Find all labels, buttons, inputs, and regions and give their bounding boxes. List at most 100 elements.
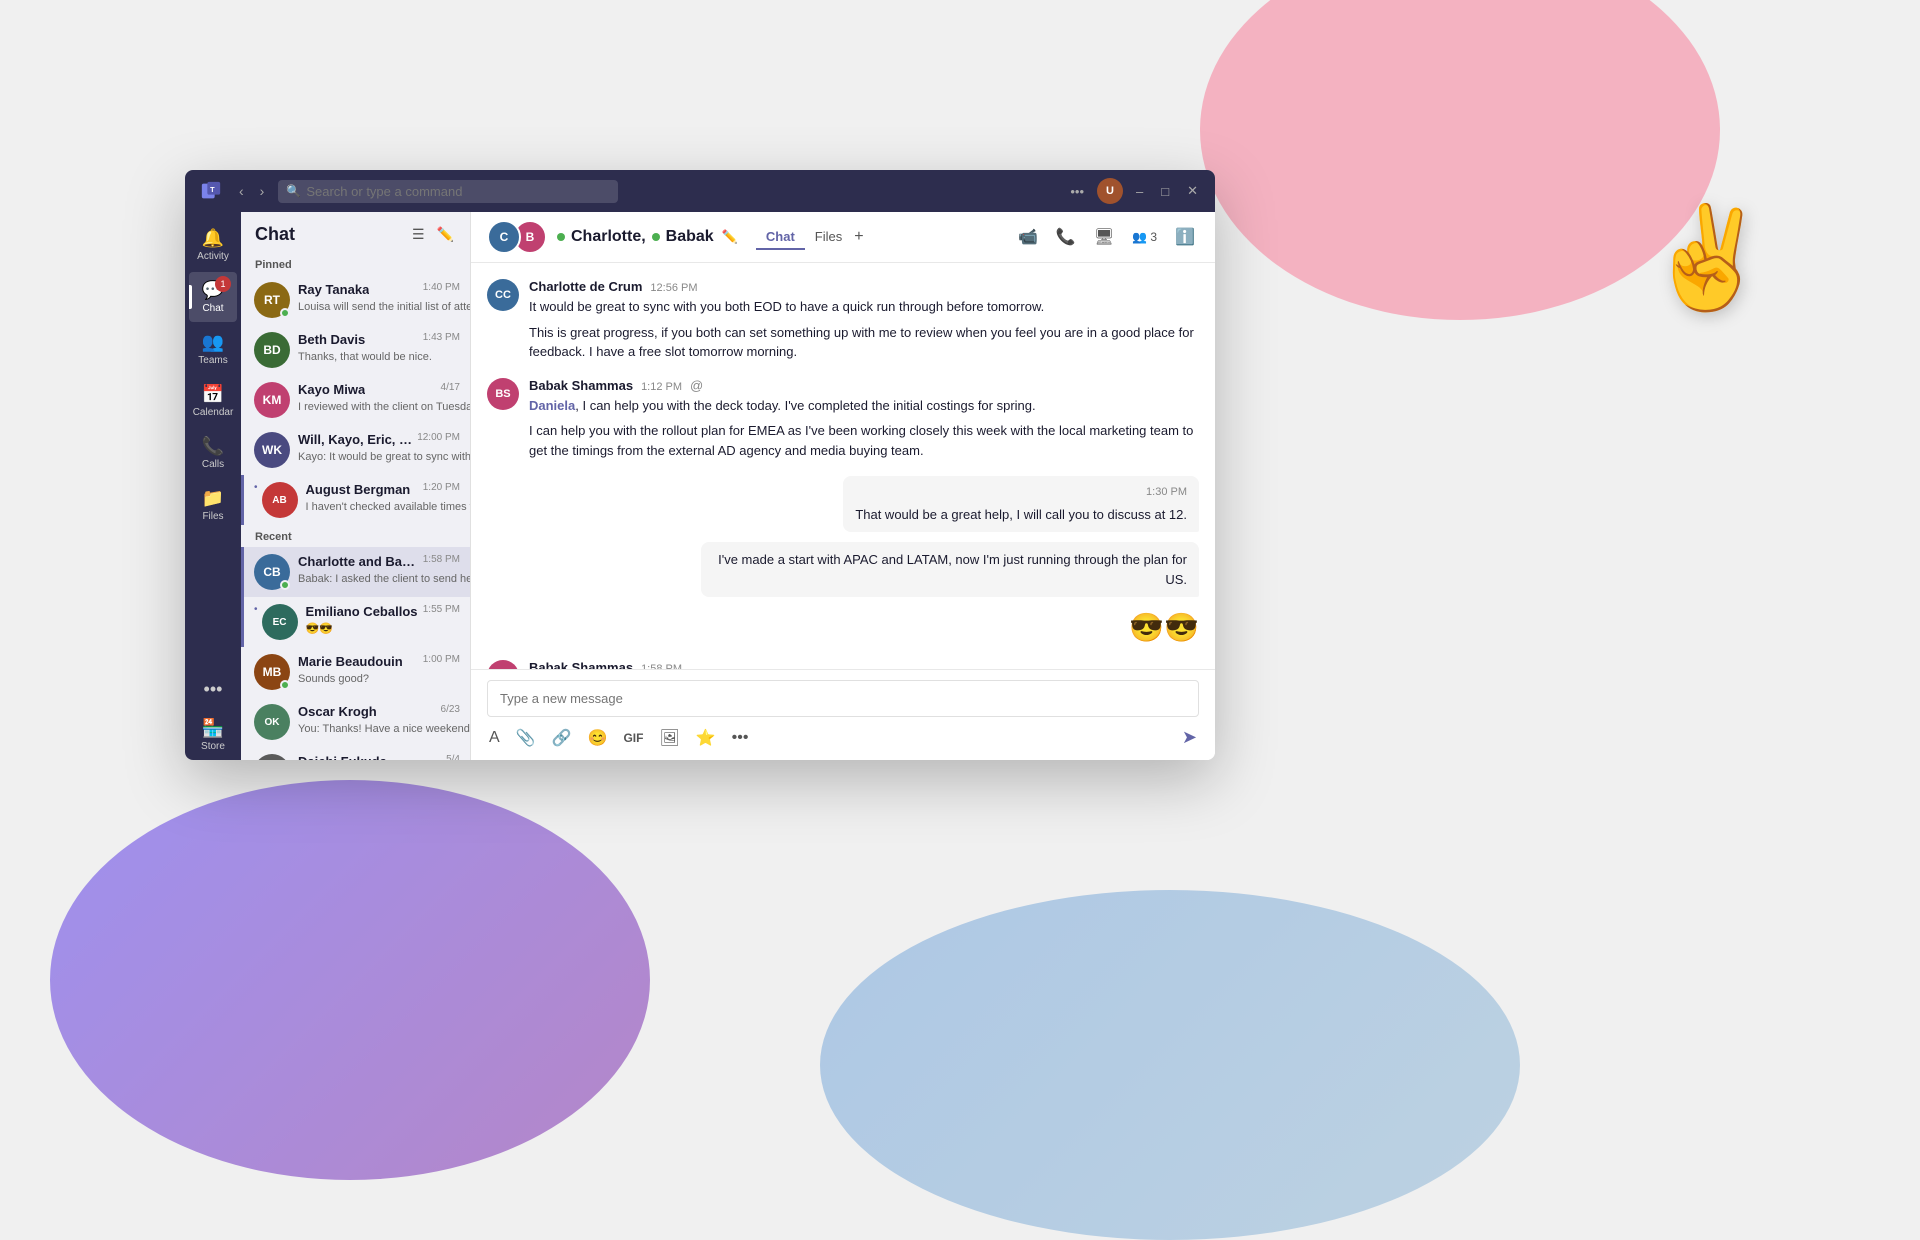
sidebar-item-chat[interactable]: 💬 1 Chat [189,272,237,322]
forward-button[interactable]: › [254,181,271,201]
message-group-charlotte-1: CC Charlotte de Crum 12:56 PM It would b… [487,279,1199,362]
compose-input[interactable] [487,680,1199,717]
chat-item-charlotte-babak[interactable]: CB Charlotte and Babak 1:58 PM Babak: I … [241,547,470,597]
chat-header: C B Charlotte, Babak ✏️ Chat Files + 📹 [471,212,1215,263]
add-tab-button[interactable]: + [852,225,865,250]
tab-chat[interactable]: Chat [756,225,805,250]
sidebar-item-label-chat: Chat [202,303,223,314]
chat-item-august-bergman[interactable]: • AB August Bergman 1:20 PM I haven't ch… [241,475,470,525]
calendar-icon: 📅 [202,384,224,405]
online-dot-charlotte [557,233,565,241]
tab-files[interactable]: Files [805,225,852,250]
message-group-babak-2: BS Babak Shammas 1:58 PM That's great. I… [487,660,1199,669]
message-text-2: This is great progress, if you both can … [529,323,1199,362]
chat-item-kayo-miwa[interactable]: KM Kayo Miwa 4/17 I reviewed with the cl… [241,375,470,425]
files-icon: 📁 [202,488,224,509]
attach-button[interactable]: 📎 [514,726,538,750]
avatar-oscar: OK [254,704,290,740]
chat-item-time: 12:00 PM [417,432,460,447]
teams-icon: 👥 [202,332,224,353]
avatar-marie: MB [254,654,290,690]
svg-text:T: T [210,185,215,194]
message-text-2: I can help you with the rollout plan for… [529,421,1199,460]
chat-item-time: 6/23 [441,704,460,719]
title-bar: T ‹ › 🔍 ••• U – □ ✕ [185,170,1215,212]
activity-icon: 🔔 [202,228,224,249]
more-options-compose[interactable]: ••• [730,727,751,749]
filter-button[interactable]: ☰ [410,224,427,245]
gif-button[interactable]: GIF [621,729,645,747]
chat-item-marie[interactable]: MB Marie Beaudouin 1:00 PM Sounds good? [241,647,470,697]
chat-item-info: Will, Kayo, Eric, +2 12:00 PM Kayo: It w… [298,432,460,465]
header-avatar-charlotte: C [487,220,521,254]
screenshare-button[interactable]: 🖥 [1090,223,1118,251]
format-button[interactable]: A [487,727,502,749]
message-time-self: 1:30 PM [855,484,1187,501]
chat-item-will-kayo[interactable]: WK Will, Kayo, Eric, +2 12:00 PM Kayo: I… [241,425,470,475]
chat-item-info: Marie Beaudouin 1:00 PM Sounds good? [298,654,460,687]
chat-list-title: Chat [255,224,295,245]
sidebar-item-store[interactable]: 🏪 Store [189,710,237,760]
avatar-beth-davis: BD [254,332,290,368]
participants-button[interactable]: 👥 3 [1128,226,1161,248]
sidebar-item-label-activity: Activity [197,251,229,262]
close-button[interactable]: ✕ [1182,181,1203,201]
sidebar-item-more[interactable]: ••• [189,671,237,708]
avatar-daichi: DF [254,754,290,760]
pinned-section-label: Pinned [241,253,470,275]
chat-item-oscar[interactable]: OK Oscar Krogh 6/23 You: Thanks! Have a … [241,697,470,747]
chat-item-beth-davis[interactable]: BD Beth Davis 1:43 PM Thanks, that would… [241,325,470,375]
emoji-button[interactable]: 😊 [586,726,610,750]
chat-area: C B Charlotte, Babak ✏️ Chat Files + 📹 [471,212,1215,760]
chat-item-info: August Bergman 1:20 PM I haven't checked… [306,482,460,515]
chat-item-time: 1:58 PM [423,554,460,569]
sidebar-item-activity[interactable]: 🔔 Activity [189,220,237,270]
chat-item-name: Marie Beaudouin [298,654,403,669]
mention-daniela: Daniela [529,398,575,413]
user-avatar[interactable]: U [1097,178,1123,204]
more-options-button[interactable]: ••• [1065,182,1089,201]
sidebar-nav: 🔔 Activity 💬 1 Chat 👥 Teams 📅 Calendar 📞… [185,212,241,760]
new-chat-button[interactable]: ✏️ [435,224,456,245]
chat-item-name: Charlotte and Babak [298,554,419,569]
praise-button[interactable]: ⭐ [694,726,718,750]
message-time: 1:12 PM [641,381,682,393]
sidebar-item-calendar[interactable]: 📅 Calendar [189,376,237,426]
chat-item-ray-tanaka[interactable]: RT Ray Tanaka 1:40 PM Louisa will send t… [241,275,470,325]
sidebar-item-files[interactable]: 📁 Files [189,480,237,530]
sidebar-item-teams[interactable]: 👥 Teams [189,324,237,374]
chat-item-emiliano[interactable]: • EC Emiliano Ceballos 1:55 PM 😎😎 [241,597,470,647]
search-input[interactable] [278,180,618,203]
send-button[interactable]: ➤ [1180,725,1199,750]
minimize-button[interactable]: – [1131,182,1148,201]
compose-area: A 📎 🔗 😊 GIF 🖼 ⭐ ••• ➤ [471,669,1215,760]
sidebar-item-label-files: Files [202,511,223,522]
avatar-ray-tanaka: RT [254,282,290,318]
chat-items: Pinned RT Ray Tanaka 1:40 PM Louisa will… [241,253,470,760]
chat-item-daichi[interactable]: DF Daichi Fukuda 5/4 No, I think there a… [241,747,470,760]
link-button[interactable]: 🔗 [550,726,574,750]
avatar-will-kayo: WK [254,432,290,468]
maximize-button[interactable]: □ [1156,182,1174,201]
chat-item-time: 1:55 PM [423,604,460,619]
audio-call-button[interactable]: 📞 [1052,223,1080,251]
message-time: 12:56 PM [650,282,697,294]
chat-item-name: Beth Davis [298,332,365,347]
chat-header-avatars: C B [487,220,547,254]
back-button[interactable]: ‹ [233,181,250,201]
sidebar-item-calls[interactable]: 📞 Calls [189,428,237,478]
sticker-button[interactable]: 🖼 [657,726,681,750]
chat-item-preview: 😎😎 [306,623,333,635]
online-dot-babak [652,233,660,241]
message-content: Babak Shammas 1:12 PM @ Daniela, I can h… [529,378,1199,461]
edit-name-button[interactable]: ✏️ [720,227,740,247]
message-content: Babak Shammas 1:58 PM That's great. I wi… [529,660,1199,669]
avatar-charlotte-babak: CB [254,554,290,590]
search-icon: 🔍 [286,184,301,198]
messages-area: CC Charlotte de Crum 12:56 PM It would b… [471,263,1215,669]
avatar-august-bergman: AB [262,482,298,518]
video-call-button[interactable]: 📹 [1014,223,1042,251]
message-sender: Charlotte de Crum [529,279,642,294]
chat-info-button[interactable]: ℹ️ [1171,223,1199,251]
chat-list-icons: ☰ ✏️ [410,224,456,245]
